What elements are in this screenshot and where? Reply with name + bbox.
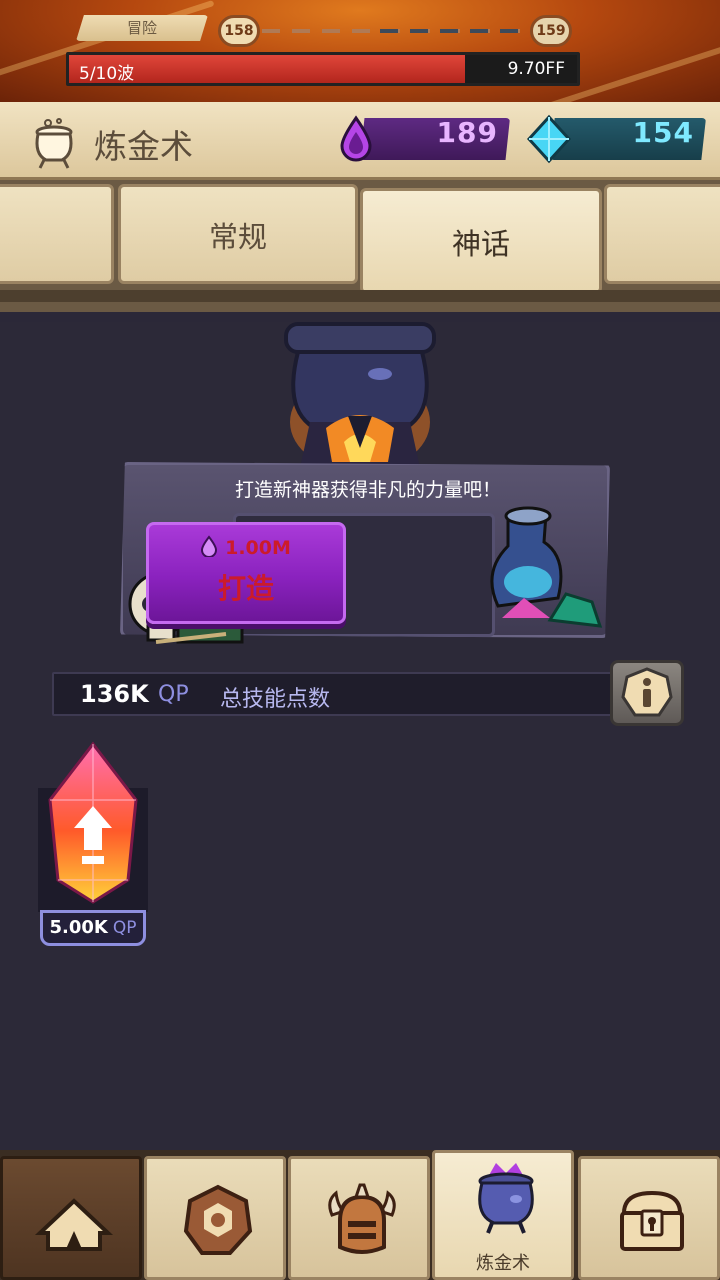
elixir-counter[interactable]: 189 xyxy=(336,114,510,164)
adventure-progress-bar: 冒险 158 159 5/10波 9.70FF xyxy=(0,0,720,104)
alchemy-main: 打造新神器获得非凡的力量吧！ 1.00M 打造 136K QP 总技能点数 5.… xyxy=(0,322,720,1154)
skill-points-value: 136K xyxy=(80,680,149,708)
tab-label: 神话 xyxy=(451,227,510,261)
flask-gem-decoration xyxy=(490,506,603,628)
gem-counter[interactable]: 154 xyxy=(526,114,706,164)
stage-progress-dashes xyxy=(262,29,528,33)
next-stage-node: 159 xyxy=(530,15,572,47)
tab-mythic[interactable]: 神话 xyxy=(360,188,602,294)
tab-label: 常规 xyxy=(208,220,267,254)
crystal-cost-value: 5.00K xyxy=(49,917,108,938)
skill-points-bar: 136K QP 总技能点数 xyxy=(52,672,612,716)
hexagon-rune-icon xyxy=(183,1184,253,1255)
nav-alchemy-label: 炼金术 xyxy=(476,1253,530,1274)
nav-alchemy[interactable]: 炼金术 xyxy=(432,1150,574,1280)
tabs-ledge xyxy=(0,290,720,302)
nav-camp[interactable] xyxy=(0,1156,142,1280)
alchemy-tabs: 常规 神话 xyxy=(0,180,720,312)
forge-prompt: 打造新神器获得非凡的力量吧！ xyxy=(234,479,501,501)
elixir-amount: 189 xyxy=(436,116,498,149)
elixir-drop-icon xyxy=(340,115,372,162)
damage-value: 9.70FF xyxy=(507,59,565,79)
forge-cost-value: 1.00M xyxy=(225,537,291,559)
elixir-drop-icon xyxy=(201,535,218,558)
forge-cost: 1.00M xyxy=(149,535,343,559)
crystal-cost-badge: 5.00K QP xyxy=(40,910,146,946)
skill-points-unit: QP xyxy=(158,682,189,707)
forge-button[interactable]: 1.00M 打造 xyxy=(146,522,346,624)
skill-points-label: 总技能点数 xyxy=(220,687,331,712)
nav-treasure[interactable] xyxy=(578,1156,720,1280)
info-button[interactable] xyxy=(610,660,684,726)
crystal-upgrade-card[interactable]: 5.00K QP xyxy=(36,740,150,952)
tab-normal[interactable]: 常规 xyxy=(118,184,358,284)
viking-helmet-icon xyxy=(328,1183,396,1254)
tab-next[interactable] xyxy=(604,184,720,284)
nav-heroes[interactable] xyxy=(288,1156,430,1280)
cauldron-icon xyxy=(35,118,73,169)
forge-cauldron-image xyxy=(284,322,436,472)
gem-icon xyxy=(526,114,572,164)
info-icon xyxy=(621,667,673,717)
alchemy-header: 炼金术 189 154 xyxy=(0,102,720,180)
adventure-tag[interactable]: 冒险 xyxy=(76,15,208,41)
wave-counter: 5/10波 xyxy=(79,64,135,84)
crystal-cost-unit: QP xyxy=(112,918,137,938)
current-stage-node: 158 xyxy=(218,15,260,47)
page-title: 炼金术 xyxy=(94,127,193,166)
crystal-upgrade-icon xyxy=(38,741,148,912)
tab-previous[interactable] xyxy=(0,184,114,284)
treasure-chest-icon xyxy=(620,1190,684,1251)
gem-amount: 154 xyxy=(632,116,694,149)
camp-tent-icon xyxy=(34,1198,114,1251)
enemy-health-bar: 5/10波 9.70FF xyxy=(66,52,580,86)
nav-runes[interactable] xyxy=(144,1156,286,1280)
forge-button-label: 打造 xyxy=(217,572,274,605)
cauldron-icon xyxy=(478,1163,534,1234)
bottom-navigation: 炼金术 xyxy=(0,1150,720,1280)
